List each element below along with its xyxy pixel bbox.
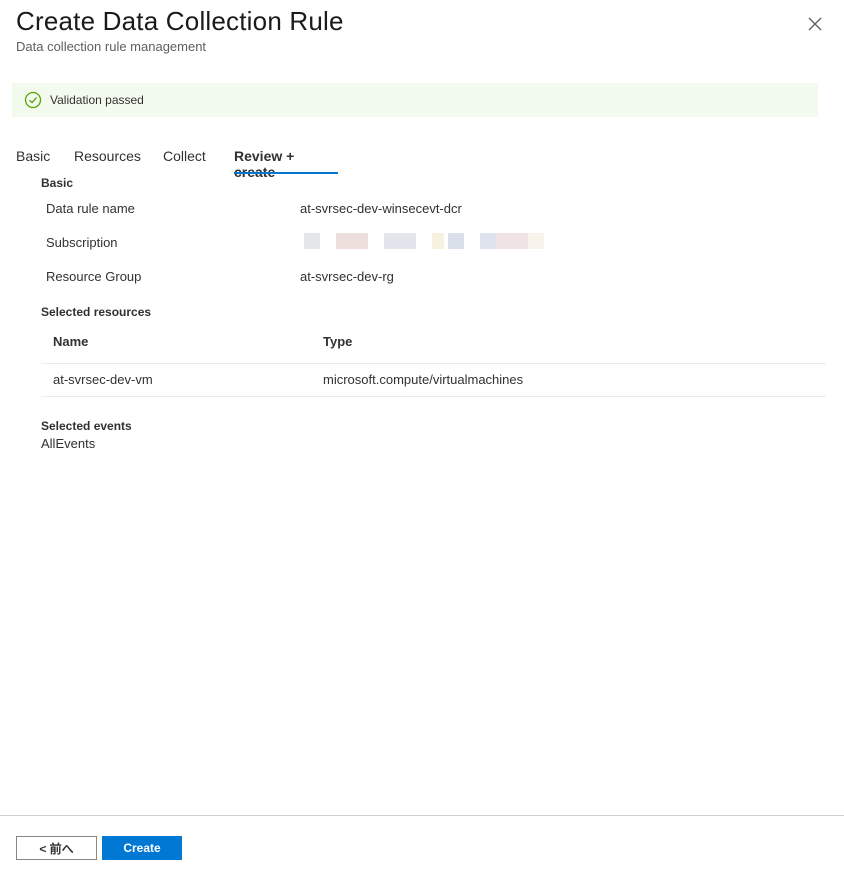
- events-value: AllEvents: [41, 436, 96, 451]
- resource-type-cell: microsoft.compute/virtualmachines: [323, 372, 524, 387]
- table-divider: [41, 396, 826, 397]
- basic-section-heading: Basic: [41, 176, 74, 190]
- subscription-label: Subscription: [46, 235, 118, 250]
- tab-review-create[interactable]: Review + create: [234, 142, 338, 180]
- close-icon: [808, 17, 822, 31]
- tab-bar: Basic Resources Collect Review + create: [16, 142, 338, 180]
- previous-button[interactable]: < 前へ: [16, 836, 97, 860]
- close-button[interactable]: [805, 14, 825, 34]
- footer-divider: [0, 815, 844, 816]
- column-header-name: Name: [53, 334, 89, 349]
- resource-group-value: at-svrsec-dev-rg: [300, 269, 394, 284]
- column-header-type: Type: [323, 334, 353, 349]
- tab-basic[interactable]: Basic: [16, 142, 74, 174]
- data-rule-name-label: Data rule name: [46, 201, 135, 216]
- resource-group-label: Resource Group: [46, 269, 142, 284]
- tab-resources[interactable]: Resources: [74, 142, 163, 174]
- validation-message: Validation passed: [50, 93, 144, 107]
- table-divider: [41, 363, 826, 364]
- data-rule-name-value: at-svrsec-dev-winsecevt-dcr: [300, 201, 462, 216]
- validation-banner: Validation passed: [12, 83, 818, 117]
- checkmark-circle-icon: [24, 91, 42, 109]
- subscription-value-redacted: [300, 233, 546, 249]
- resources-section-heading: Selected resources: [41, 305, 152, 319]
- events-section-heading: Selected events: [41, 419, 132, 433]
- page-title: Create Data Collection Rule: [16, 6, 344, 36]
- create-button[interactable]: Create: [102, 836, 182, 860]
- tab-collect[interactable]: Collect: [163, 142, 234, 174]
- resource-name-cell: at-svrsec-dev-vm: [53, 372, 153, 387]
- page-subtitle: Data collection rule management: [16, 39, 207, 54]
